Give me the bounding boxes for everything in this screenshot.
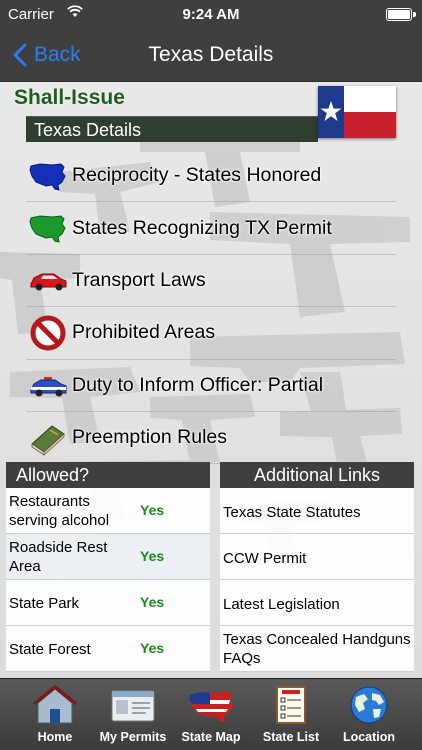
back-button[interactable]: Back xyxy=(8,42,81,68)
table-row: State Forest Yes xyxy=(6,626,210,672)
menu-label: Prohibited Areas xyxy=(72,321,216,344)
status-bar: Carrier 9:24 AM xyxy=(0,0,422,30)
red-car-icon xyxy=(30,273,67,291)
details-menu: Reciprocity - States Honored States Reco… xyxy=(26,150,396,465)
allowed-value: Yes xyxy=(140,594,165,610)
table-row: Roadside Rest Area Yes xyxy=(6,534,210,580)
tab-state-list[interactable]: State List xyxy=(249,679,333,750)
menu-label: Duty to Inform Officer: Partial xyxy=(72,373,324,396)
allowed-value: Yes xyxy=(140,502,165,518)
menu-item-transport-laws[interactable]: Transport Laws xyxy=(26,255,396,308)
tab-bar: Home My Permits State Map State List Loc… xyxy=(0,678,422,750)
allowed-value: Yes xyxy=(140,640,165,656)
link-label: CCW Permit xyxy=(223,550,307,567)
carry-status-title: Shall-Issue xyxy=(14,86,125,109)
table-row: Restaurants serving alcohol Yes xyxy=(6,488,210,534)
menu-label: Transport Laws xyxy=(72,268,206,291)
us-map-blue-icon xyxy=(29,163,66,191)
menu-item-prohibited-areas[interactable]: Prohibited Areas xyxy=(26,307,396,360)
menu-label: Reciprocity - States Honored xyxy=(72,164,322,187)
place-name: Roadside Rest Area xyxy=(9,539,108,575)
allowed-table: Restaurants serving alcohol Yes Roadside… xyxy=(6,488,210,672)
tab-label: State Map xyxy=(181,730,241,744)
section-header: Texas Details xyxy=(26,116,318,142)
allowed-value: Yes xyxy=(140,548,165,564)
allowed-header: Allowed? xyxy=(6,462,210,488)
menu-item-states-recognizing[interactable]: States Recognizing TX Permit xyxy=(26,202,396,255)
us-flag-map-icon xyxy=(189,691,233,722)
links-list: Texas State Statutes CCW Permit Latest L… xyxy=(220,488,414,672)
tab-label: Location xyxy=(342,730,396,744)
tab-home[interactable]: Home xyxy=(13,679,97,750)
battery-icon xyxy=(386,8,416,21)
place-name: Restaurants serving alcohol xyxy=(9,493,110,529)
state-list-icon xyxy=(276,686,306,724)
home-icon xyxy=(32,685,78,724)
permit-card-icon xyxy=(111,690,155,722)
law-book-icon xyxy=(31,425,65,456)
tab-my-permits[interactable]: My Permits xyxy=(91,679,175,750)
texas-flag-icon xyxy=(318,86,396,138)
menu-item-duty-to-inform[interactable]: Duty to Inform Officer: Partial xyxy=(26,360,396,412)
globe-icon xyxy=(350,686,388,724)
tab-label: Home xyxy=(37,730,73,744)
tab-location[interactable]: Location xyxy=(327,679,411,750)
menu-label: Preemption Rules xyxy=(72,426,227,449)
tab-label: State List xyxy=(262,730,320,744)
link-label: Texas Concealed Handguns FAQs xyxy=(223,631,411,667)
link-label: Texas State Statutes xyxy=(223,504,361,521)
link-label: Latest Legislation xyxy=(223,596,340,613)
link-statutes[interactable]: Texas State Statutes xyxy=(220,488,414,534)
prohibited-icon xyxy=(30,315,66,351)
chevron-left-icon xyxy=(13,43,27,67)
place-name: State Forest xyxy=(9,641,91,658)
menu-item-reciprocity[interactable]: Reciprocity - States Honored xyxy=(26,150,396,203)
link-ccw-permit[interactable]: CCW Permit xyxy=(220,534,414,580)
tab-state-map[interactable]: State Map xyxy=(169,679,253,750)
link-latest-legislation[interactable]: Latest Legislation xyxy=(220,580,414,626)
navigation-bar: Back Texas Details xyxy=(0,30,422,82)
police-car-icon xyxy=(30,377,67,397)
us-map-green-icon xyxy=(29,215,66,243)
menu-label: States Recognizing TX Permit xyxy=(72,216,332,239)
menu-item-preemption-rules[interactable]: Preemption Rules xyxy=(26,412,396,465)
table-row: State Park Yes xyxy=(6,580,210,626)
links-header: Additional Links xyxy=(220,462,414,488)
link-concealed-faqs[interactable]: Texas Concealed Handguns FAQs xyxy=(220,626,414,672)
tab-label: My Permits xyxy=(99,730,167,744)
clock: 9:24 AM xyxy=(182,6,240,23)
place-name: State Park xyxy=(9,595,80,612)
back-label: Back xyxy=(34,43,81,66)
